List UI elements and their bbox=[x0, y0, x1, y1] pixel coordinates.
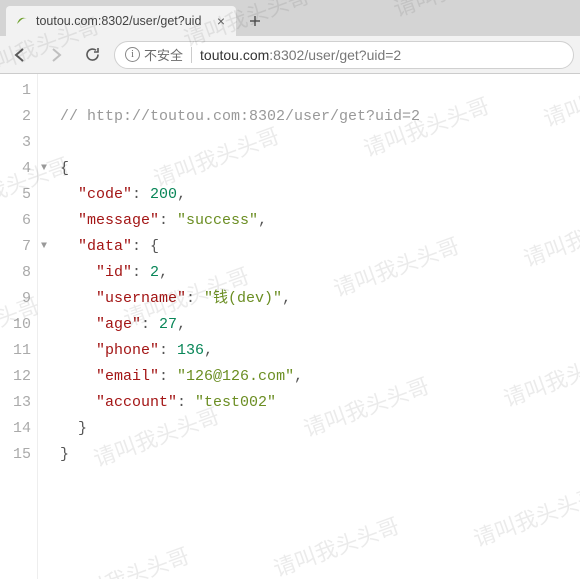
reload-button[interactable] bbox=[78, 41, 106, 69]
browser-tabbar: toutou.com:8302/user/get?uid × bbox=[0, 0, 580, 36]
line-number: 12 bbox=[0, 364, 37, 390]
line-gutter: 1 2 3 4▼ 5 6 7▼ 8 9 10 11 12 13 14 15 bbox=[0, 74, 38, 579]
line-number: 9 bbox=[0, 286, 37, 312]
new-tab-button[interactable] bbox=[242, 9, 268, 33]
code-area[interactable]: // http://toutou.com:8302/user/get?uid=2… bbox=[38, 74, 580, 579]
code-line: "account": "test002" bbox=[60, 390, 580, 416]
code-line: "id": 2, bbox=[60, 260, 580, 286]
insecure-label: 不安全 bbox=[144, 45, 183, 64]
code-line: "message": "success", bbox=[60, 208, 580, 234]
info-icon: i bbox=[125, 47, 140, 62]
line-number: 11 bbox=[0, 338, 37, 364]
favicon-icon bbox=[14, 13, 30, 29]
forward-button[interactable] bbox=[42, 41, 70, 69]
line-number: 1 bbox=[0, 78, 37, 104]
line-number: 5 bbox=[0, 182, 37, 208]
line-number: 6 bbox=[0, 208, 37, 234]
line-number: 2 bbox=[0, 104, 37, 130]
code-line bbox=[60, 78, 580, 104]
line-number: 7▼ bbox=[0, 234, 37, 260]
fold-caret-icon[interactable]: ▼ bbox=[41, 156, 47, 182]
code-line: "code": 200, bbox=[60, 182, 580, 208]
code-line: "data": { bbox=[60, 234, 580, 260]
line-number: 15 bbox=[0, 442, 37, 468]
code-line: "email": "126@126.com", bbox=[60, 364, 580, 390]
fold-caret-icon[interactable]: ▼ bbox=[41, 234, 47, 260]
code-line: } bbox=[60, 442, 580, 468]
line-number: 13 bbox=[0, 390, 37, 416]
url-text: toutou.com:8302/user/get?uid=2 bbox=[200, 47, 401, 63]
line-number: 10 bbox=[0, 312, 37, 338]
browser-toolbar: i 不安全 toutou.com:8302/user/get?uid=2 bbox=[0, 36, 580, 74]
tab-title: toutou.com:8302/user/get?uid bbox=[36, 14, 208, 28]
line-number: 14 bbox=[0, 416, 37, 442]
line-number: 4▼ bbox=[0, 156, 37, 182]
code-line: "username": "钱(dev)", bbox=[60, 286, 580, 312]
address-bar[interactable]: i 不安全 toutou.com:8302/user/get?uid=2 bbox=[114, 41, 574, 69]
code-line: { bbox=[60, 156, 580, 182]
insecure-badge: i 不安全 bbox=[125, 45, 183, 64]
code-line: } bbox=[60, 416, 580, 442]
code-viewer: 1 2 3 4▼ 5 6 7▼ 8 9 10 11 12 13 14 15 //… bbox=[0, 74, 580, 579]
close-icon[interactable]: × bbox=[214, 14, 228, 28]
code-line: "phone": 136, bbox=[60, 338, 580, 364]
code-line: // http://toutou.com:8302/user/get?uid=2 bbox=[60, 104, 580, 130]
divider bbox=[191, 47, 192, 63]
code-line: "age": 27, bbox=[60, 312, 580, 338]
line-number: 3 bbox=[0, 130, 37, 156]
code-line bbox=[60, 130, 580, 156]
browser-tab[interactable]: toutou.com:8302/user/get?uid × bbox=[6, 6, 236, 36]
back-button[interactable] bbox=[6, 41, 34, 69]
line-number: 8 bbox=[0, 260, 37, 286]
